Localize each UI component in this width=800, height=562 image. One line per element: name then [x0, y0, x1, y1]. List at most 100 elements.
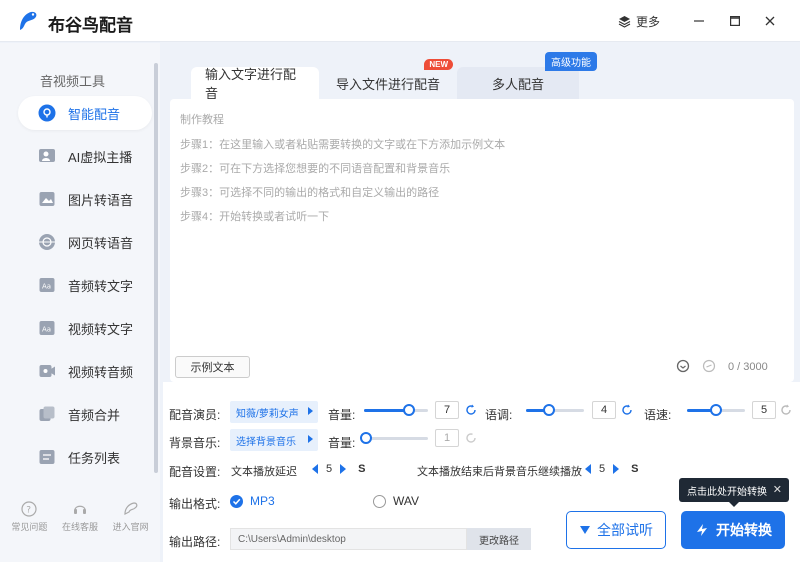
sample-text-button[interactable]: 示例文本: [175, 356, 250, 378]
sidebar-item-virtual-anchor[interactable]: AI虚拟主播: [18, 139, 152, 173]
more-button[interactable]: 更多: [618, 13, 660, 30]
sidebar-item-label: 网页转语音: [68, 235, 134, 251]
merge-icon: [38, 405, 56, 423]
clear-text-button[interactable]: [676, 359, 690, 373]
start-label: 开始转换: [716, 522, 772, 538]
bg-continue-label: 文本播放结束后背景音乐继续播放: [417, 466, 582, 478]
speed-value[interactable]: 5: [752, 401, 776, 419]
sidebar-section-title: 音视频工具: [40, 74, 106, 89]
speed-slider[interactable]: [687, 403, 745, 417]
sidebar-item-audio-to-text[interactable]: Aa 音频转文字: [18, 268, 152, 302]
audio-text-icon: Aa: [38, 276, 56, 294]
sidebar-item-label: 音频合并: [68, 407, 121, 423]
tab-label: 导入文件进行配音: [335, 76, 440, 92]
bird-logo-icon: [20, 11, 37, 31]
tone-slider[interactable]: [526, 403, 584, 417]
bgm-volume-value[interactable]: 1: [435, 429, 459, 447]
bgm-volume-label: 音量:: [328, 436, 356, 450]
tab-multi-voice[interactable]: 多人配音: [457, 67, 579, 99]
sidebar-item-web-to-speech[interactable]: 网页转语音: [18, 225, 152, 259]
close-button[interactable]: [761, 12, 779, 30]
volume-slider[interactable]: [364, 403, 428, 417]
undo-button[interactable]: [702, 359, 716, 373]
tone-label: 语调:: [485, 408, 513, 422]
help-icon: ?: [21, 501, 37, 517]
preview-all-button[interactable]: 全部试听: [566, 511, 666, 549]
editor-placeholder-step: 步骤3：可选择不同的输出的格式和自定义输出的路径: [180, 187, 440, 199]
video-text-icon: Aa: [38, 319, 56, 337]
output-path-field[interactable]: C:\Users\Admin\desktop: [230, 528, 467, 550]
tone-value[interactable]: 4: [592, 401, 616, 419]
title-bar: 布谷鸟配音 更多: [0, 0, 800, 42]
support-icon: [73, 505, 86, 514]
tab-file-import[interactable]: 导入文件进行配音 NEW: [319, 59, 457, 99]
virtual-anchor-icon: [38, 147, 56, 165]
voice-actor-select[interactable]: 知薇/萝莉女声: [230, 401, 318, 423]
app-title: 布谷鸟配音: [48, 16, 133, 35]
format-mp3-radio[interactable]: MP3: [230, 494, 275, 508]
sidebar-item-video-to-audio[interactable]: 视频转音频: [18, 354, 152, 388]
sidebar-item-task-list[interactable]: 任务列表: [18, 440, 152, 474]
start-tooltip: 点击此处开始转换 ✕: [679, 478, 789, 507]
tone-reset-icon[interactable]: [621, 404, 633, 416]
bg-continue-decrease-icon[interactable]: [585, 464, 591, 474]
sidebar-item-smart-dub[interactable]: 智能配音: [18, 96, 152, 130]
bg-continue-stepper[interactable]: 5 S: [585, 463, 638, 475]
speed-label: 语速:: [644, 408, 672, 422]
website-icon: [124, 502, 138, 515]
format-wav-label: WAV: [393, 494, 419, 508]
volume-label: 音量:: [328, 408, 356, 422]
sidebar-item-video-to-text[interactable]: Aa 视频转文字: [18, 311, 152, 345]
text-editor[interactable]: 制作教程 步骤1：在这里输入或者粘贴需要转换的文字或在下方添加示例文本 步骤2：…: [170, 99, 794, 382]
delay-label: 文本播放延迟: [231, 466, 297, 478]
support-label: 在线客服: [61, 522, 98, 532]
voice-label: 配音演员:: [169, 408, 221, 422]
change-path-button[interactable]: 更改路径: [467, 528, 531, 550]
char-count: 0 / 3000: [728, 361, 768, 373]
support-link[interactable]: 在线客服: [62, 501, 98, 551]
tooltip-text: 点击此处开始转换: [687, 486, 767, 498]
website-link[interactable]: 进入官网: [113, 501, 149, 551]
minimize-button[interactable]: [690, 12, 708, 30]
help-link[interactable]: ? 常见问题: [11, 501, 47, 551]
tooltip-close-icon[interactable]: ✕: [773, 483, 782, 496]
voice-actor-value: 知薇/萝莉女声: [236, 408, 299, 420]
format-wav-radio[interactable]: WAV: [373, 494, 419, 508]
help-label: 常见问题: [11, 522, 48, 532]
bg-continue-increase-icon[interactable]: [613, 464, 620, 474]
bgm-select[interactable]: 选择背景音乐: [230, 429, 318, 451]
maximize-icon: [730, 16, 740, 26]
sidebar-bottom-links: ? 常见问题 在线客服 进入官网: [0, 501, 160, 551]
sidebar-item-label: AI虚拟主播: [68, 149, 133, 165]
editor-placeholder-step: 步骤2：可在下方选择您想要的不同语音配置和背景音乐: [180, 163, 451, 175]
video-audio-icon: [38, 362, 56, 380]
sidebar: 音视频工具 智能配音 AI虚拟主播 图片转语音 网页转语音 Aa 音频转文字 A…: [0, 43, 160, 562]
start-convert-button[interactable]: 开始转换: [681, 511, 785, 549]
delay-value: 5: [326, 463, 333, 475]
bg-continue-unit: S: [631, 463, 639, 475]
volume-value[interactable]: 7: [435, 401, 459, 419]
delay-unit: S: [358, 463, 366, 475]
sidebar-item-audio-merge[interactable]: 音频合并: [18, 397, 152, 431]
format-mp3-label: MP3: [250, 494, 275, 508]
bg-continue-value: 5: [599, 463, 606, 475]
main-panel: 输入文字进行配音 导入文件进行配音 NEW 多人配音 高级功能 制作教程 步骤1…: [163, 43, 800, 562]
advanced-badge: 高级功能: [545, 52, 597, 71]
tab-bar: 输入文字进行配音 导入文件进行配音 NEW 多人配音: [191, 59, 579, 101]
tab-text-input[interactable]: 输入文字进行配音: [191, 67, 319, 101]
settings-form: 配音演员: 知薇/萝莉女声 音量: 7 语调: 4 语速: 5 背景音乐: 选择…: [163, 382, 800, 562]
bgm-volume-reset-icon[interactable]: [465, 432, 477, 444]
bgm-volume-slider[interactable]: [360, 431, 428, 445]
volume-reset-icon[interactable]: [465, 404, 477, 416]
sidebar-scrollbar[interactable]: [154, 63, 158, 473]
svg-text:Aa: Aa: [42, 283, 51, 291]
speed-reset-icon[interactable]: [780, 404, 792, 416]
delay-stepper[interactable]: 5 S: [312, 463, 365, 475]
delay-decrease-icon[interactable]: [312, 464, 318, 474]
sidebar-item-image-to-speech[interactable]: 图片转语音: [18, 182, 152, 216]
settings-label: 配音设置:: [169, 465, 221, 479]
maximize-button[interactable]: [726, 12, 744, 30]
undo-icon: [702, 359, 716, 373]
sidebar-item-label: 视频转文字: [68, 321, 134, 337]
delay-increase-icon[interactable]: [340, 464, 347, 474]
